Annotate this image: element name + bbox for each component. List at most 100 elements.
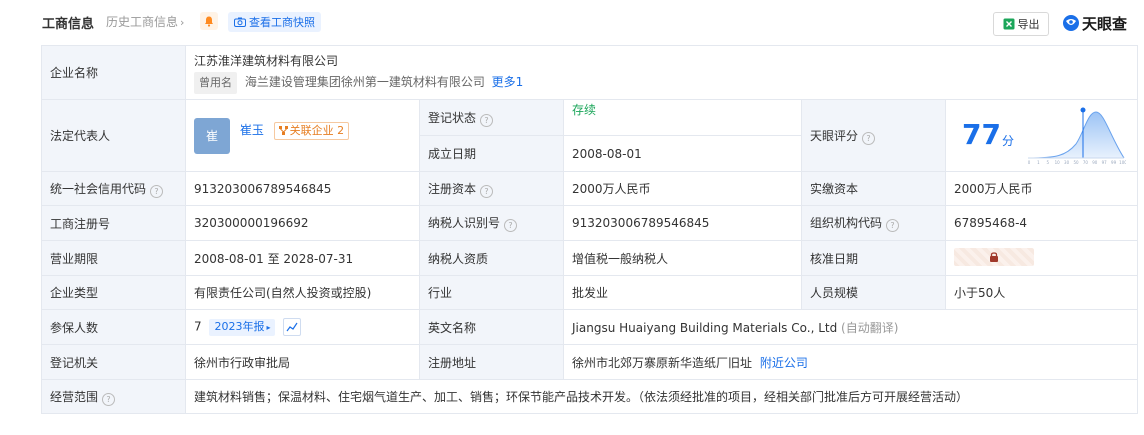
bell-icon <box>205 16 213 27</box>
score-cell[interactable]: 77 分 0 1 5 103050 7090 9799100 <box>944 99 1139 172</box>
axis-tick-label: 10 <box>1055 160 1061 165</box>
scope-label: 经营范围 <box>50 389 99 404</box>
export-button[interactable]: 导出 <box>993 12 1049 36</box>
taxpayer-qual-value: 增值税一般纳税人 <box>563 240 802 276</box>
taxpayer-id-label-cell: 纳税人识别号? <box>419 205 564 241</box>
help-icon[interactable]: ? <box>862 131 876 145</box>
caret-down-icon: ▸ <box>266 323 271 333</box>
industry-label: 行业 <box>419 275 564 310</box>
type-value: 有限责任公司(自然人投资或控股) <box>185 275 420 310</box>
help-icon[interactable]: ? <box>102 392 116 406</box>
score-distribution-chart: 0 1 5 103050 7090 9799100 <box>1028 107 1126 165</box>
auto-translate-note: (自动翻译) <box>841 320 899 335</box>
axis-tick-label: 5 <box>1047 160 1050 165</box>
credit-code-value: 913203006789546845 <box>185 171 420 206</box>
table-row: 经营范围? 建筑材料销售；保温材料、住宅烟气道生产、加工、销售；环保节能产品技术… <box>41 379 1139 414</box>
insured-cell: 7 2023年报 ▸ <box>185 309 420 345</box>
insured-value: 7 <box>194 319 202 334</box>
term-end: 2028-07-31 <box>283 251 354 266</box>
table-row: 营业期限 2008-08-01 至 2028-07-31 纳税人资质 增值税一般… <box>41 240 1139 276</box>
reg-no-value: 320300000196692 <box>185 205 420 241</box>
report-year-label: 2023年报 <box>214 320 265 334</box>
axis-tick-label: 90 <box>1092 160 1098 165</box>
history-link[interactable]: 历史工商信息 › <box>106 13 184 30</box>
reg-no-label: 工商注册号 <box>41 205 186 241</box>
nearby-companies-link[interactable]: 附近公司 <box>760 356 808 370</box>
taxpayer-id-value: 913203006789546845 <box>563 205 802 241</box>
section-title: 工商信息 <box>42 17 95 32</box>
scope-value: 建筑材料销售；保温材料、住宅烟气道生产、加工、销售；环保节能产品技术开发。（依法… <box>184 379 1139 414</box>
org-code-label-cell: 组织机构代码? <box>801 205 946 241</box>
paid-capital-label: 实缴资本 <box>801 171 946 206</box>
reg-status-label-cell: 登记状态? <box>419 99 564 136</box>
trend-line-icon <box>286 322 298 332</box>
staff-label: 人员规模 <box>801 275 946 310</box>
en-name-value: Jiangsu Huaiyang Building Materials Co.,… <box>572 320 838 335</box>
authority-value: 徐州市行政审批局 <box>185 344 420 380</box>
table-row: 登记机关 徐州市行政审批局 注册地址 徐州市北郊万寨原新华造纸厂旧址 附近公司 <box>41 344 1139 380</box>
camera-icon <box>234 17 246 27</box>
help-icon[interactable]: ? <box>504 219 518 232</box>
business-info-table: 企业名称 江苏淮洋建筑材料有限公司 曾用名 海兰建设管理集团徐州第一建筑材料有限… <box>41 45 1139 414</box>
help-icon[interactable]: ? <box>480 184 494 198</box>
section-header: 工商信息 历史工商信息 › 查看工商快照 导出 天眼查 <box>0 0 1144 44</box>
snapshot-button[interactable]: 查看工商快照 <box>228 12 321 32</box>
reg-capital-value: 2000万人民币 <box>563 171 802 206</box>
address-cell: 徐州市北郊万寨原新华造纸厂旧址 附近公司 <box>562 344 1139 380</box>
org-code-value: 67895468-4 <box>944 205 1139 241</box>
industry-value: 批发业 <box>563 275 802 310</box>
credit-code-label-cell: 统一社会信用代码? <box>41 171 186 206</box>
reg-status-cell: 存续 <box>563 99 802 136</box>
monitor-button[interactable] <box>200 12 218 30</box>
brand-logo: 天眼查 <box>1062 12 1127 34</box>
excel-icon <box>1003 18 1014 30</box>
avatar[interactable]: 崔 <box>194 117 230 154</box>
score-axis-labels: 0 1 5 103050 7090 9799100 <box>1028 160 1126 165</box>
lock-icon <box>990 251 998 262</box>
score-label-cell: 天眼评分? <box>801 99 946 172</box>
found-date-value: 2008-08-01 <box>563 135 802 172</box>
paid-capital-value: 2000万人民币 <box>944 171 1139 206</box>
former-name: 海兰建设管理集团徐州第一建筑材料有限公司 <box>244 74 485 89</box>
table-row: 企业名称 江苏淮洋建筑材料有限公司 曾用名 海兰建设管理集团徐州第一建筑材料有限… <box>41 45 1139 100</box>
table-row: 法定代表人 崔 崔玉 关联企业 2 登记状态? 存续 天眼评分? 77 分 0 … <box>41 99 1139 172</box>
related-companies-tag[interactable]: 关联企业 2 <box>273 122 350 140</box>
more-former-names-link[interactable]: 更多1 <box>492 75 524 89</box>
axis-tick-label: 70 <box>1083 160 1089 165</box>
network-icon <box>278 126 288 135</box>
legal-rep-label: 法定代表人 <box>41 99 186 172</box>
snapshot-label: 查看工商快照 <box>249 16 315 29</box>
company-name: 江苏淮洋建筑材料有限公司 <box>194 53 339 68</box>
approve-date-label: 核准日期 <box>801 240 946 276</box>
history-label: 历史工商信息 <box>106 15 179 29</box>
address-value: 徐州市北郊万寨原新华造纸厂旧址 <box>572 355 753 370</box>
score-unit: 分 <box>1002 134 1015 148</box>
reg-capital-label-cell: 注册资本? <box>419 171 564 206</box>
trend-chart-icon[interactable] <box>283 317 302 336</box>
term-to: 至 <box>267 251 280 266</box>
help-icon[interactable]: ? <box>480 113 494 127</box>
axis-tick-label: 99 <box>1111 160 1117 165</box>
reg-capital-label: 注册资本 <box>428 181 477 196</box>
axis-tick-label: 50 <box>1073 160 1079 165</box>
taxpayer-qual-label: 纳税人资质 <box>419 240 564 276</box>
table-row: 统一社会信用代码? 913203006789546845 注册资本? 2000万… <box>41 171 1139 206</box>
axis-tick-label: 1 <box>1037 160 1040 165</box>
approve-date-cell <box>944 240 1139 276</box>
vip-lock-box[interactable] <box>954 247 1034 266</box>
legal-rep-cell: 崔 崔玉 关联企业 2 <box>185 99 420 172</box>
company-name-cell: 江苏淮洋建筑材料有限公司 曾用名 海兰建设管理集团徐州第一建筑材料有限公司 更多… <box>184 45 1139 100</box>
score-value: 77 <box>962 118 1001 151</box>
former-name-tag: 曾用名 <box>194 71 237 94</box>
help-icon[interactable]: ? <box>150 184 164 198</box>
table-row: 工商注册号 320300000196692 纳税人识别号? 9132030067… <box>41 205 1139 241</box>
credit-code-label: 统一社会信用代码 <box>50 181 147 196</box>
legal-rep-name-link[interactable]: 崔玉 <box>240 123 264 137</box>
chevron-right-icon: › <box>180 16 185 29</box>
score-marker-dot <box>1080 107 1086 113</box>
help-icon[interactable]: ? <box>886 219 900 232</box>
authority-label: 登记机关 <box>41 344 186 380</box>
found-date-label: 成立日期 <box>419 135 564 172</box>
reg-status-value: 存续 <box>572 103 597 117</box>
report-year-dropdown[interactable]: 2023年报 ▸ <box>209 319 276 337</box>
